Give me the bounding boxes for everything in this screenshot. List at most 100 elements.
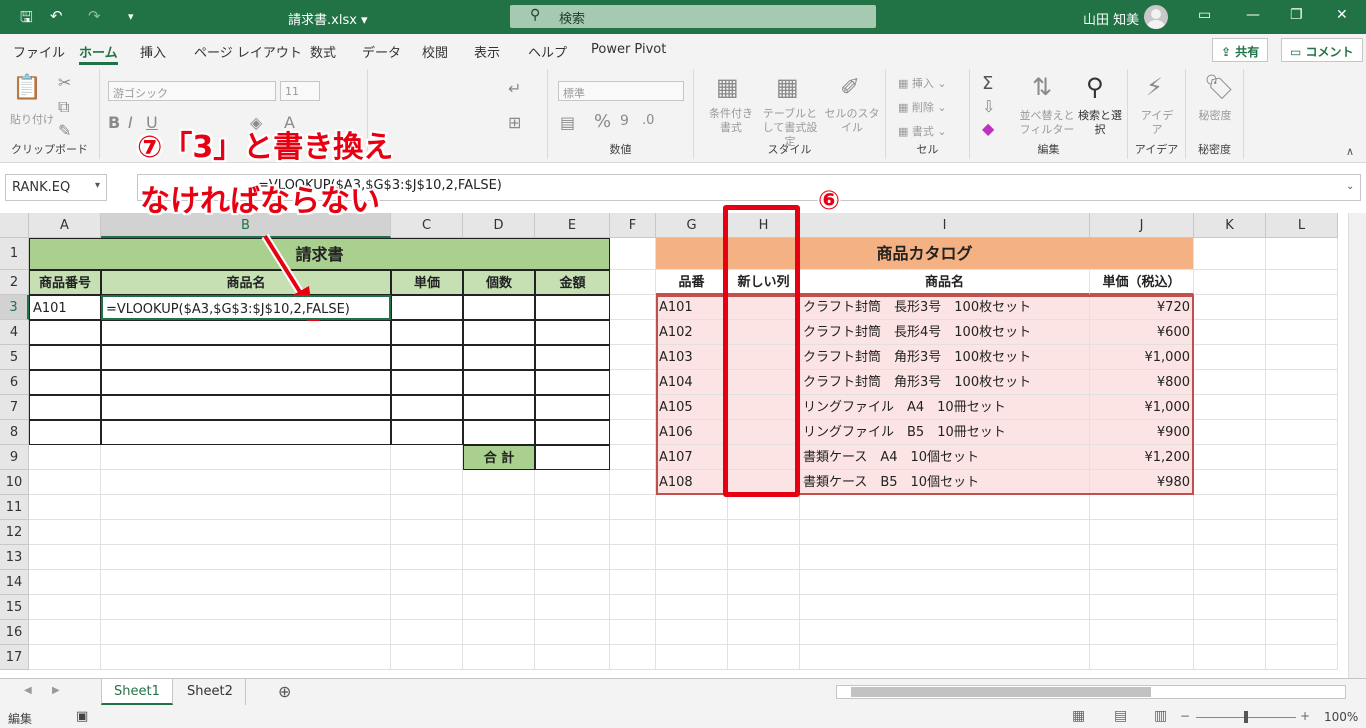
worksheet-grid[interactable]: A B C D E F G H I J K L 1 2 3 4 5 6 7 8 9 10 11 12 1…	[0, 213, 1366, 678]
catalog-product-name[interactable]: リングファイル B5 10冊セット	[800, 420, 1090, 445]
grid-cell[interactable]	[1194, 270, 1266, 295]
invoice-cell[interactable]	[463, 345, 535, 370]
grid-cell[interactable]	[391, 445, 463, 470]
tab-file[interactable]: ファイル	[13, 42, 65, 61]
invoice-cell[interactable]	[463, 295, 535, 320]
grid-cell[interactable]	[656, 545, 728, 570]
normal-view-icon[interactable]: ▦	[1072, 708, 1085, 724]
increase-decimal-icon[interactable]: .0	[642, 113, 654, 128]
column-header-l[interactable]: L	[1266, 213, 1338, 238]
grid-cell[interactable]	[1266, 445, 1338, 470]
number-format-dropdown[interactable]: 標準	[558, 81, 684, 101]
invoice-cell[interactable]	[391, 395, 463, 420]
invoice-cell[interactable]	[391, 370, 463, 395]
grid-cell[interactable]	[1194, 420, 1266, 445]
zoom-level[interactable]: 100%	[1324, 710, 1358, 724]
grid-cell[interactable]	[535, 545, 610, 570]
cut-icon[interactable]: ✂	[58, 73, 71, 92]
grid-cell[interactable]	[1090, 495, 1194, 520]
grid-cell[interactable]	[610, 238, 656, 270]
invoice-cell[interactable]	[463, 395, 535, 420]
grid-cell[interactable]	[1266, 570, 1338, 595]
sort-filter-button[interactable]: 並べ替えとフィルター	[1018, 109, 1076, 137]
invoice-cell[interactable]	[463, 420, 535, 445]
invoice-cell[interactable]	[101, 320, 391, 345]
grid-cell[interactable]	[101, 445, 391, 470]
avatar[interactable]	[1144, 5, 1168, 29]
customize-qat-icon[interactable]: ▾	[128, 10, 134, 23]
grid-cell[interactable]	[101, 570, 391, 595]
grid-cell[interactable]	[391, 570, 463, 595]
row-header-14[interactable]: 14	[0, 570, 29, 595]
grid-cell[interactable]	[29, 645, 101, 670]
grid-cell[interactable]	[391, 645, 463, 670]
grid-cell[interactable]	[610, 395, 656, 420]
row-header-17[interactable]: 17	[0, 645, 29, 670]
grid-cell[interactable]	[656, 595, 728, 620]
catalog-code[interactable]: A106	[656, 420, 728, 445]
invoice-cell[interactable]	[535, 320, 610, 345]
ideas-button[interactable]: アイデア	[1136, 109, 1178, 137]
sort-filter-icon[interactable]: ⇅	[1032, 73, 1052, 101]
tab-home[interactable]: ホーム	[79, 42, 118, 65]
grid-cell[interactable]	[656, 620, 728, 645]
catalog-product-name[interactable]: 書類ケース A4 10個セット	[800, 445, 1090, 470]
redo-icon[interactable]: ↷	[88, 7, 101, 25]
grid-cell[interactable]	[728, 645, 800, 670]
format-as-table-icon[interactable]: ▦	[776, 73, 799, 101]
grid-cell[interactable]	[728, 495, 800, 520]
grid-cell[interactable]	[1194, 395, 1266, 420]
grid-cell[interactable]	[800, 620, 1090, 645]
column-header-d[interactable]: D	[463, 213, 535, 238]
column-header-j[interactable]: J	[1090, 213, 1194, 238]
grid-cell[interactable]	[656, 520, 728, 545]
grid-cell[interactable]	[1266, 270, 1338, 295]
grid-cell[interactable]	[101, 545, 391, 570]
grid-cell[interactable]	[535, 470, 610, 495]
grid-cell[interactable]	[101, 645, 391, 670]
save-icon[interactable]: 🖫	[20, 7, 33, 32]
copy-icon[interactable]: ⧉	[58, 97, 69, 117]
grid-cell[interactable]	[656, 570, 728, 595]
invoice-cell[interactable]	[391, 295, 463, 320]
file-name[interactable]: 請求書.xlsx ▾	[288, 9, 368, 28]
grid-cell[interactable]	[610, 445, 656, 470]
grid-cell[interactable]	[1266, 395, 1338, 420]
row-header-15[interactable]: 15	[0, 595, 29, 620]
grid-cell[interactable]	[800, 570, 1090, 595]
grid-cell[interactable]	[29, 520, 101, 545]
invoice-cell[interactable]	[29, 320, 101, 345]
ribbon-display-icon[interactable]: ▭	[1198, 7, 1211, 23]
grid-cell[interactable]	[728, 545, 800, 570]
currency-icon[interactable]: ▤	[560, 113, 575, 132]
invoice-cell[interactable]	[391, 345, 463, 370]
name-box-dropdown-icon[interactable]: ▾	[95, 180, 100, 191]
grid-cell[interactable]	[463, 520, 535, 545]
grid-cell[interactable]	[610, 620, 656, 645]
tab-data[interactable]: データ	[362, 42, 401, 61]
grid-cell[interactable]	[391, 595, 463, 620]
macro-record-icon[interactable]: ▣	[76, 709, 88, 724]
grid-cell[interactable]	[29, 595, 101, 620]
grid-cell[interactable]	[1194, 570, 1266, 595]
expand-formula-icon[interactable]: ⌄	[1346, 181, 1354, 192]
catalog-product-name[interactable]: クラフト封筒 角形3号 100枚セット	[800, 370, 1090, 395]
invoice-cell[interactable]	[535, 370, 610, 395]
grid-cell[interactable]	[1090, 645, 1194, 670]
invoice-cell[interactable]	[535, 395, 610, 420]
grid-cell[interactable]	[1090, 620, 1194, 645]
catalog-code[interactable]: A107	[656, 445, 728, 470]
grid-cell[interactable]	[1194, 320, 1266, 345]
grid-cell[interactable]	[1266, 370, 1338, 395]
horizontal-scrollbar[interactable]	[836, 685, 1346, 699]
invoice-cell[interactable]	[29, 420, 101, 445]
share-button[interactable]: ⇪ 共有	[1212, 38, 1269, 62]
grid-cell[interactable]	[463, 645, 535, 670]
invoice-header-1[interactable]: 商品名	[101, 270, 391, 295]
catalog-header-3[interactable]: 単価（税込）	[1090, 270, 1194, 295]
grid-cell[interactable]	[1266, 645, 1338, 670]
invoice-header-2[interactable]: 単価	[391, 270, 463, 295]
grid-cell[interactable]	[29, 620, 101, 645]
row-header-9[interactable]: 9	[0, 445, 29, 470]
grid-cell[interactable]	[1266, 545, 1338, 570]
